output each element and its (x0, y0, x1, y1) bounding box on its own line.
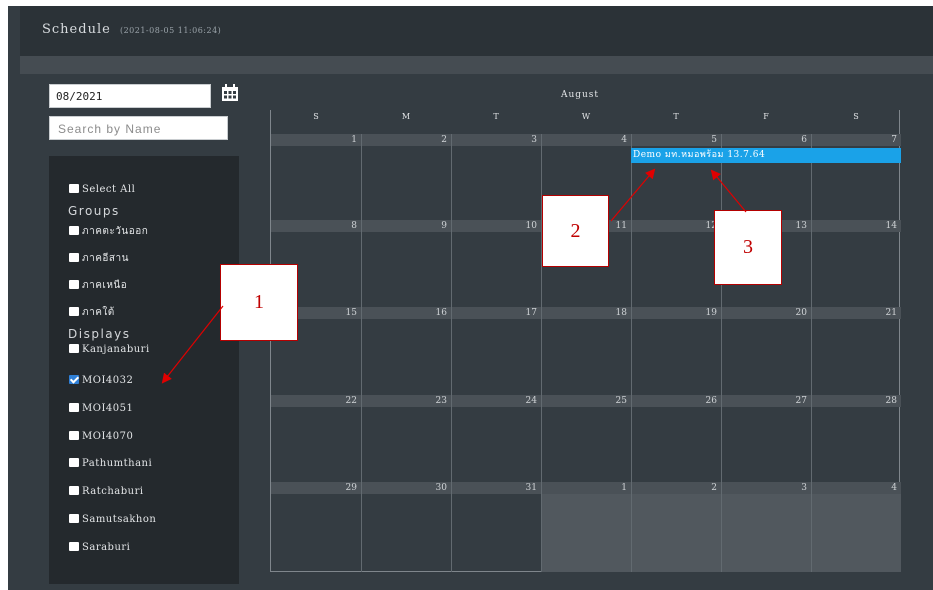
annotation-arrows (161, 168, 747, 384)
annotation-arrow (161, 305, 224, 384)
annotation-arrow (610, 168, 656, 222)
annotation-arrow (710, 169, 747, 213)
